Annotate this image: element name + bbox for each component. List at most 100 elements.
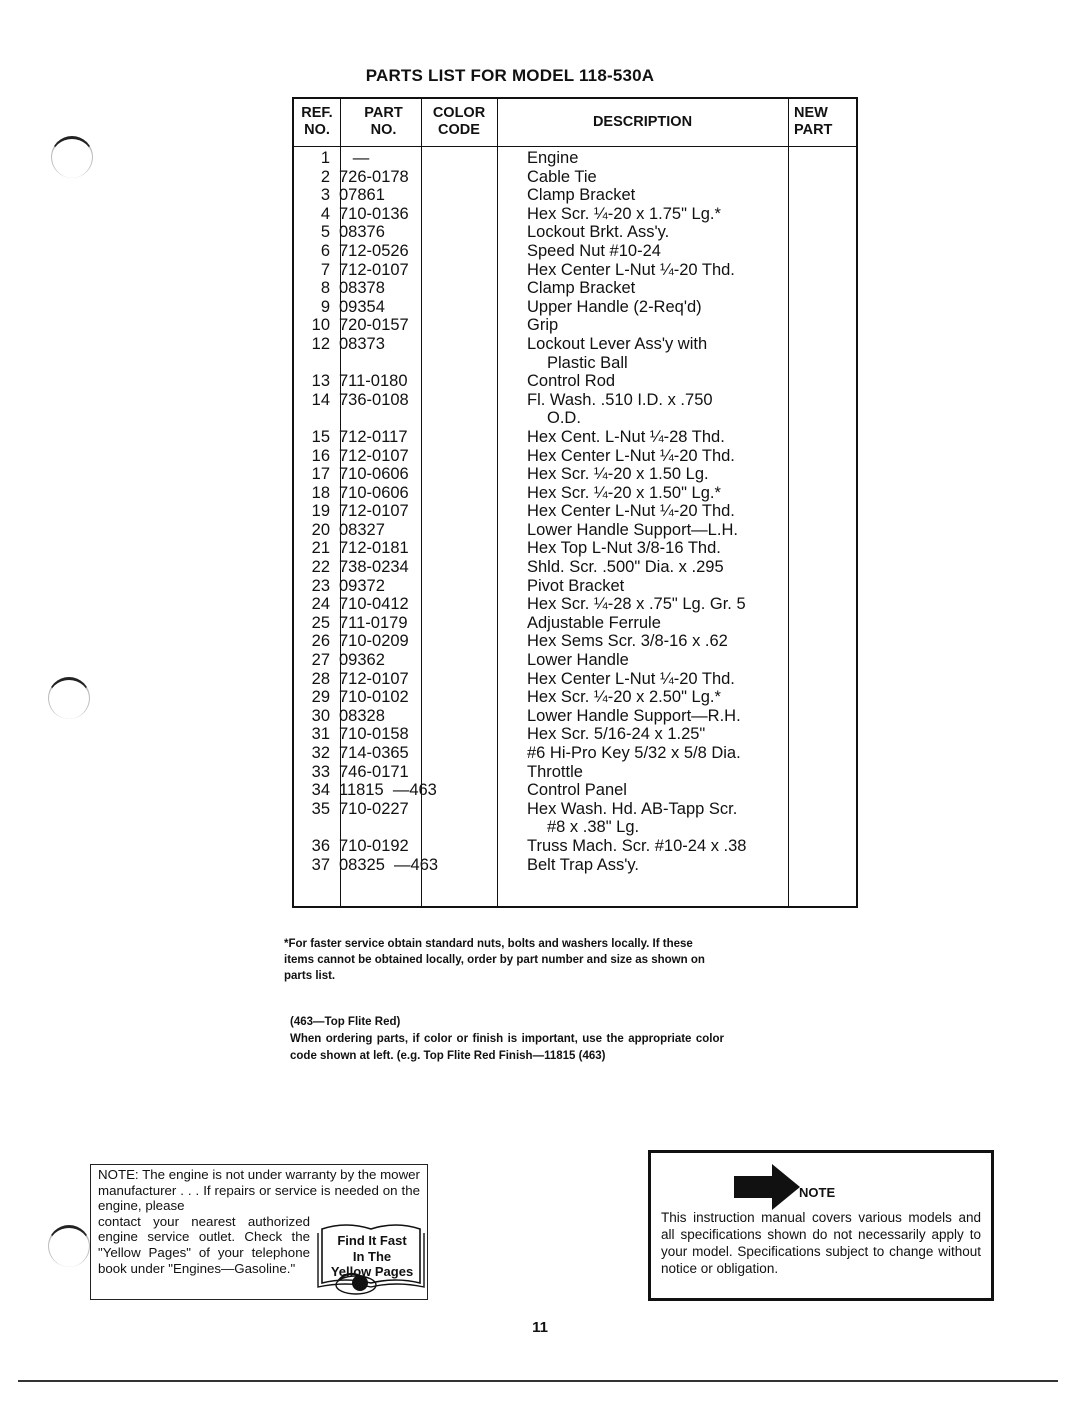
- description-cell: Hex Scr. ¼-20 x 2.50" Lg.*: [527, 688, 721, 707]
- description-cell: #6 Hi-Pro Key 5/32 x 5/8 Dia.: [527, 744, 741, 762]
- description-cell: Grip: [527, 316, 559, 335]
- description-cell: Hex Sems Scr. 3/8-16 x .62: [527, 632, 728, 651]
- part-no-cell: 712-0526: [339, 241, 409, 260]
- ref-no-cell: 24: [311, 595, 330, 614]
- header-part-no: PART NO.: [346, 105, 421, 139]
- part-no-cell: 714-0365: [339, 744, 409, 762]
- table-row: 19 712-0107 Hex Center L-Nut ¼-20 Thd.: [294, 502, 856, 521]
- engine-note-text-continued: contact your nearest authorized engine s…: [98, 1213, 310, 1276]
- description-cell: Fl. Wash. .510 I.D. x .750: [527, 390, 713, 409]
- table-row: 2 726-0178 Cable Tie: [294, 168, 856, 187]
- footnote-standard-hardware: *For faster service obtain standard nuts…: [284, 938, 705, 982]
- table-row: 36 710-0192 Truss Mach. Scr. #10-24 x .38: [294, 837, 856, 856]
- table-row: 25 711-0179 Adjustable Ferrule: [294, 614, 856, 633]
- ref-no-cell: 12: [311, 334, 330, 353]
- engine-warranty-note: NOTE: The engine is not under warranty b…: [90, 1164, 428, 1300]
- part-no-cell: 08327: [339, 520, 385, 539]
- description-cell: Throttle: [527, 762, 583, 781]
- header-color-line2: CODE: [438, 122, 480, 138]
- table-row: 30 08328 Lower Handle Support—R.H.: [294, 707, 856, 726]
- description-cell: O.D.: [547, 409, 581, 428]
- table-row: 27 09362 Lower Handle: [294, 651, 856, 670]
- parts-table-body: 1 — Engine 2 726-0178 Cable Tie 3 07861 Clamp B…: [294, 149, 856, 874]
- color-code-body: When ordering parts, if color or finish …: [290, 1033, 724, 1062]
- ref-no-cell: 8: [320, 279, 330, 298]
- ref-no-cell: 21: [311, 539, 330, 558]
- page-number: 11: [532, 1319, 548, 1336]
- part-no-cell: 710-0192: [339, 836, 409, 855]
- ref-no-cell: 25: [311, 613, 330, 632]
- ref-no-cell: 31: [311, 725, 330, 744]
- ref-no-cell: 16: [311, 446, 330, 465]
- description-cell: Hex Scr. ¼-20 x 1.75" Lg.*: [527, 204, 721, 223]
- part-no-cell: 712-0107: [339, 502, 409, 521]
- part-no-cell: 08325 —463: [339, 855, 439, 874]
- header-part-line2: NO.: [370, 122, 397, 138]
- part-no-cell: 720-0157: [339, 316, 409, 335]
- part-no-cell: 712-0107: [339, 260, 409, 279]
- table-row: 26 710-0209 Hex Sems Scr. 3/8-16 x .62: [294, 632, 856, 651]
- ref-no-cell: 23: [311, 576, 330, 595]
- ref-no-cell: 30: [311, 706, 330, 725]
- description-cell: Clamp Bracket: [527, 186, 636, 205]
- ref-no-cell: 22: [311, 558, 330, 577]
- ref-no-cell: 10: [311, 316, 330, 335]
- arrow-right-icon: [734, 1164, 800, 1210]
- part-no-cell: 08376: [339, 223, 385, 242]
- ref-no-cell: 17: [311, 465, 330, 484]
- part-no-cell: 710-0158: [339, 725, 409, 744]
- ref-no-cell: 2: [320, 167, 330, 186]
- header-new-part: NEW PART: [794, 105, 834, 139]
- note-label: NOTE: [799, 1185, 836, 1200]
- description-cell: Control Panel: [527, 781, 627, 800]
- table-row: 4 710-0136 Hex Scr. ¼-20 x 1.75" Lg.*: [294, 205, 856, 224]
- part-no-cell: 746-0171: [339, 762, 409, 781]
- table-row: 14 736-0108 Fl. Wash. .510 I.D. x .750: [294, 391, 856, 410]
- table-row: 5 08376 Lockout Brkt. Ass'y.: [294, 223, 856, 242]
- description-cell: Adjustable Ferrule: [527, 613, 661, 632]
- description-cell: Plastic Ball: [547, 353, 628, 372]
- part-no-cell: —: [339, 149, 370, 167]
- ref-no-cell: 4: [320, 204, 330, 223]
- ref-no-cell: 9: [320, 297, 330, 316]
- description-cell: Lockout Brkt. Ass'y.: [527, 223, 670, 242]
- ref-no-cell: 34: [311, 781, 330, 800]
- ref-no-cell: 32: [311, 744, 330, 762]
- table-row: 28 712-0107 Hex Center L-Nut ¼-20 Thd.: [294, 670, 856, 689]
- header-part-line1: PART: [364, 105, 403, 121]
- page-title: PARTS LIST FOR MODEL 118-530A: [365, 66, 655, 85]
- table-row-continuation: O.D.: [294, 409, 856, 428]
- table-row: 7 712-0107 Hex Center L-Nut ¼-20 Thd.: [294, 261, 856, 280]
- part-no-cell: 710-0136: [339, 204, 409, 223]
- parts-table: REF. NO. PART NO. COLOR CODE DESCRIPTION…: [292, 97, 858, 908]
- part-no-cell: 710-0102: [339, 688, 409, 707]
- description-cell: Lower Handle Support—L.H.: [527, 520, 738, 539]
- table-row: 31 710-0158 Hex Scr. 5/16-24 x 1.25": [294, 725, 856, 744]
- description-cell: Lower Handle Support—R.H.: [527, 706, 741, 725]
- description-cell: Hex Center L-Nut ¼-20 Thd.: [527, 260, 735, 279]
- header-ref-line2: NO.: [304, 122, 330, 138]
- part-no-cell: 736-0108: [339, 390, 409, 409]
- part-no-cell: 08378: [339, 279, 385, 298]
- color-code-heading: (463—Top Flite Red): [290, 1016, 401, 1028]
- table-row: 22 738-0234 Shld. Scr. .500" Dia. x .295: [294, 558, 856, 577]
- ref-no-cell: 5: [320, 223, 330, 242]
- table-row: 1 — Engine: [294, 149, 856, 168]
- ref-no-cell: 1: [320, 149, 330, 167]
- header-ref-no: REF. NO.: [294, 105, 340, 139]
- table-row: 10 720-0157 Grip: [294, 316, 856, 335]
- table-row: 32 714-0365 #6 Hi-Pro Key 5/32 x 5/8 Dia.: [294, 744, 856, 763]
- table-row: 3 07861 Clamp Bracket: [294, 186, 856, 205]
- header-description: DESCRIPTION: [592, 114, 693, 130]
- bottom-rule: [18, 1380, 1058, 1382]
- table-row: 34 11815 —463 Control Panel: [294, 781, 856, 800]
- part-no-cell: 738-0234: [339, 558, 409, 577]
- ref-no-cell: 28: [311, 669, 330, 688]
- part-no-cell: 710-0606: [339, 465, 409, 484]
- table-row: 9 09354 Upper Handle (2-Req'd): [294, 298, 856, 317]
- ref-no-cell: 15: [311, 427, 330, 446]
- description-cell: Pivot Bracket: [527, 576, 625, 595]
- part-no-cell: 712-0181: [339, 539, 409, 558]
- ref-no-cell: 18: [311, 483, 330, 502]
- part-no-cell: 711-0179: [339, 613, 408, 632]
